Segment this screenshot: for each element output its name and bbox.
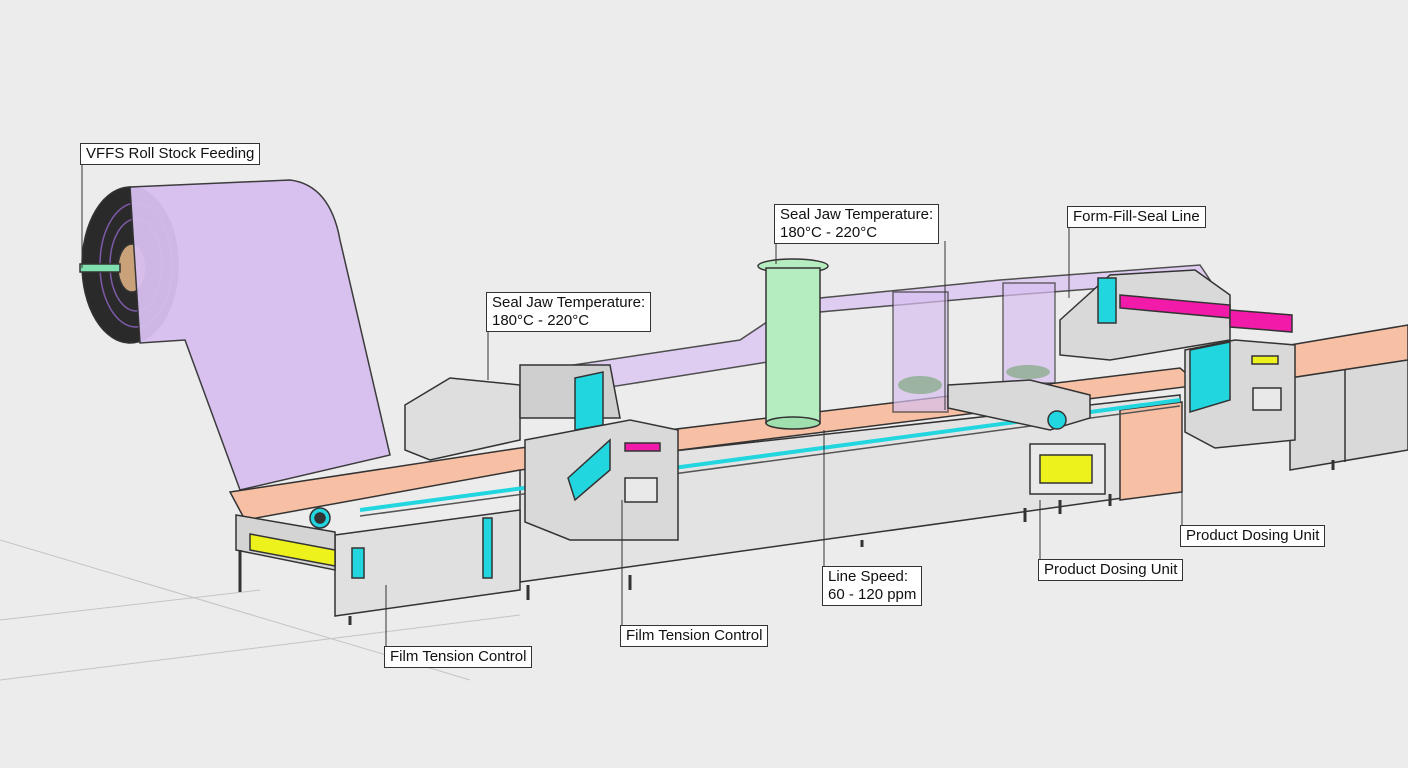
forming-tube [757, 258, 829, 430]
callout-dosing-center-text: Product Dosing Unit [1044, 561, 1178, 578]
callout-roll-stock-feeding: VFFS Roll Stock Feeding [80, 143, 261, 165]
callout-form-fill-seal-text: Form-Fill-Seal Line [1073, 208, 1200, 225]
far-conveyor [1289, 324, 1408, 471]
callout-seal-jaw-center-line2: 180°C - 220°C [780, 224, 878, 241]
callout-line-speed: Line Speed: 60 - 120 ppm [822, 566, 923, 606]
callout-roll-stock-feeding-text: VFFS Roll Stock Feeding [86, 145, 255, 162]
callout-line-speed-line2: 60 - 120 ppm [828, 586, 917, 603]
callout-seal-jaw-center-line1: Seal Jaw Temperature: [780, 206, 934, 223]
callout-line-speed-line1: Line Speed: [828, 568, 909, 585]
callout-film-tension-control-left: Film Tension Control [384, 646, 533, 668]
callout-product-dosing-unit-center: Product Dosing Unit [1038, 559, 1184, 581]
callout-seal-jaw-temperature-left: Seal Jaw Temperature: 180°C - 220°C [486, 292, 652, 332]
callout-seal-jaw-left-line2: 180°C - 220°C [492, 312, 590, 329]
left-sealing-unit [404, 364, 679, 541]
callout-film-tension-control-center: Film Tension Control [620, 625, 769, 647]
packaging-line-illustration [0, 165, 1408, 681]
callout-seal-jaw-left-line1: Seal Jaw Temperature: [492, 294, 646, 311]
callout-form-fill-seal-line: Form-Fill-Seal Line [1067, 206, 1206, 228]
left-frame [235, 509, 521, 625]
callout-dosing-right-text: Product Dosing Unit [1186, 527, 1320, 544]
callout-film-tension-left-text: Film Tension Control [390, 648, 527, 665]
diagram-stage: VFFS Roll Stock Feeding Seal Jaw Tempera… [0, 0, 1408, 768]
callout-film-tension-center-text: Film Tension Control [626, 627, 763, 644]
callout-seal-jaw-temperature-center: Seal Jaw Temperature: 180°C - 220°C [774, 204, 940, 244]
callout-product-dosing-unit-right: Product Dosing Unit [1180, 525, 1326, 547]
